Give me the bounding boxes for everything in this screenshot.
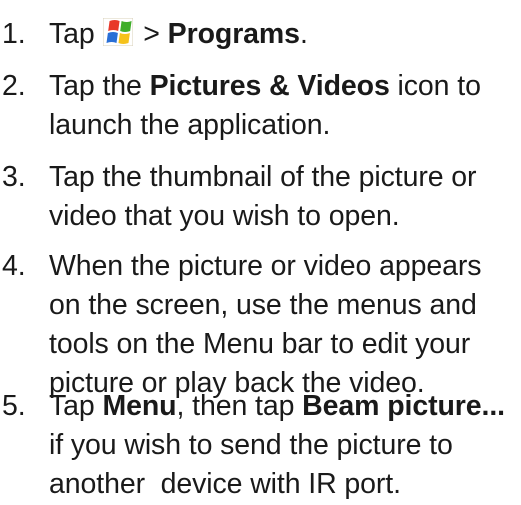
menu-label: Menu	[102, 390, 177, 422]
text-run: video that you wish to open.	[49, 200, 400, 232]
step-line: another device with IR port.	[49, 465, 519, 504]
step-line: Tap > Programs.	[49, 15, 519, 54]
step-line: if you wish to send the picture to	[49, 426, 519, 465]
text-run: When the picture or video appears	[49, 250, 482, 282]
windows-start-icon	[103, 18, 134, 46]
step-line: launch the application.	[49, 106, 519, 145]
text-run: >	[135, 18, 168, 50]
step-line: When the picture or video appears	[49, 247, 519, 286]
text-run: Tap the	[49, 70, 150, 102]
menu-path-programs: Programs	[167, 18, 300, 50]
step-line: video that you wish to open.	[49, 197, 519, 236]
text-run: tools on the Menu bar to edit your	[49, 328, 471, 360]
text-run: icon to	[389, 70, 481, 102]
step-number: 2.	[2, 70, 26, 102]
step-line: on the screen, use the menus and	[49, 286, 519, 325]
step-number: 4.	[2, 250, 26, 282]
step-text: Tap > Programs.	[49, 15, 519, 54]
text-run: launch the application.	[49, 109, 331, 141]
step-line: Tap Menu, then tap Beam picture...	[49, 387, 519, 426]
step-text: When the picture or video appears on the…	[49, 247, 519, 403]
text-run: Tap the thumbnail of the picture or	[49, 161, 477, 193]
text-run: .	[299, 18, 308, 50]
step-text: Tap the Pictures & Videos icon to launch…	[49, 67, 519, 145]
text-run: another device with IR port.	[49, 468, 401, 500]
text-run: , then tap	[176, 390, 303, 422]
text-run: Tap	[49, 18, 103, 50]
text-run: if you wish to send the picture to	[49, 429, 453, 461]
step-number: 1.	[2, 18, 26, 50]
step-text: Tap the thumbnail of the picture or vide…	[49, 158, 519, 236]
text-run: Tap	[49, 390, 103, 422]
app-name-pictures-videos: Pictures & Videos	[149, 70, 390, 102]
step-text: Tap Menu, then tap Beam picture... if yo…	[49, 387, 519, 504]
text-run: on the screen, use the menus and	[49, 289, 477, 321]
step-line: Tap the Pictures & Videos icon to	[49, 67, 519, 106]
step-number: 5.	[2, 390, 26, 422]
step-line: tools on the Menu bar to edit your	[49, 325, 519, 364]
step-line: Tap the thumbnail of the picture or	[49, 158, 519, 197]
beam-picture-label: Beam picture...	[302, 390, 505, 422]
step-number: 3.	[2, 161, 26, 193]
